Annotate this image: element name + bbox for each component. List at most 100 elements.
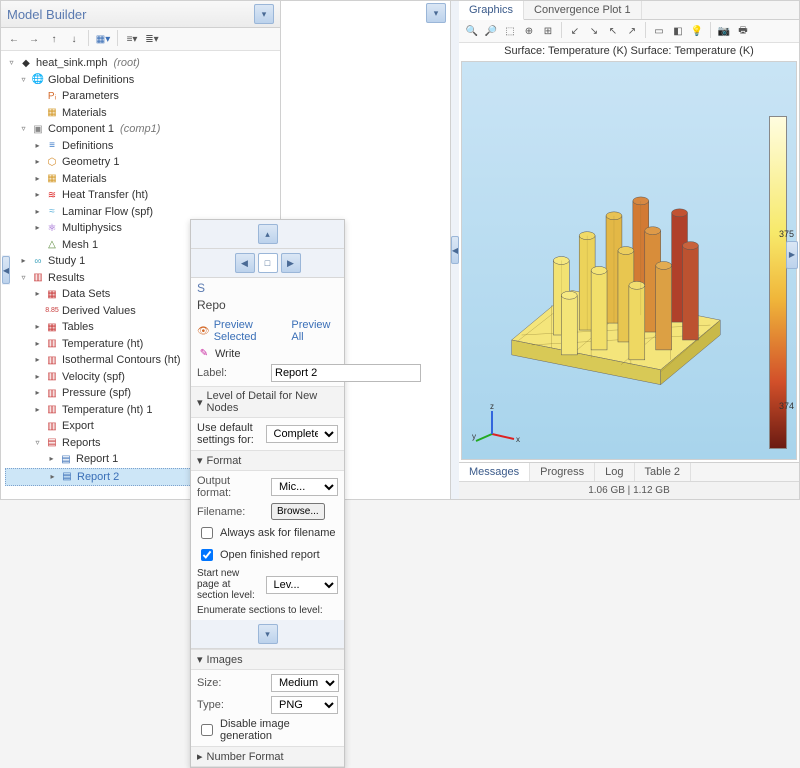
collapse-center-button[interactable]: ▾ xyxy=(426,3,446,23)
select-button[interactable]: ▭ xyxy=(650,22,668,40)
chevron-right-icon[interactable]: ▶ xyxy=(786,241,798,269)
disable-image-checkbox[interactable] xyxy=(201,724,213,736)
expander-icon[interactable]: ▸ xyxy=(33,405,42,414)
tree-laminar-flow[interactable]: ▸≈Laminar Flow (spf) xyxy=(5,204,278,221)
expander-icon[interactable]: ▸ xyxy=(33,191,42,200)
collapse-panel-button[interactable]: ▾ xyxy=(254,4,274,24)
browse-button[interactable]: Browse... xyxy=(271,503,325,520)
nav-fwd-button[interactable]: → xyxy=(25,30,43,48)
expander-icon[interactable]: ▸ xyxy=(33,158,42,167)
tab-graphics[interactable]: Graphics xyxy=(459,1,524,20)
use-default-label: Use default settings for: xyxy=(197,422,262,446)
expander-icon[interactable]: ▸ xyxy=(33,389,42,398)
dock-up-button[interactable]: ▴ xyxy=(258,224,278,244)
transparency-button[interactable]: ◧ xyxy=(669,22,687,40)
report-label-input[interactable] xyxy=(271,364,421,382)
nav-up-button[interactable]: ↑ xyxy=(45,30,63,48)
print-button[interactable]: 🖶 xyxy=(734,22,752,40)
3d-viewport[interactable]: x y z xyxy=(462,62,760,459)
tree-geometry[interactable]: ▸⬡Geometry 1 xyxy=(5,154,278,171)
tab-messages[interactable]: Messages xyxy=(459,463,530,482)
tree-heat-transfer[interactable]: ▸≋Heat Transfer (ht) xyxy=(5,187,278,204)
image-type-select[interactable]: PNG xyxy=(271,696,338,714)
view-yz-button[interactable]: ↘ xyxy=(585,22,603,40)
zoom-box-button[interactable]: ⬚ xyxy=(501,22,519,40)
expander-icon[interactable]: ▸ xyxy=(33,323,42,332)
expander-icon[interactable]: ▸ xyxy=(33,141,42,150)
tree-parameters[interactable]: PᵢParameters xyxy=(5,88,278,105)
results-icon: ▥ xyxy=(31,271,45,284)
colorbar-gradient xyxy=(769,116,787,449)
expander-icon[interactable]: ▸ xyxy=(33,174,42,183)
expander-icon[interactable]: ▸ xyxy=(33,339,42,348)
tab-convergence[interactable]: Convergence Plot 1 xyxy=(524,1,642,19)
separator xyxy=(88,30,89,46)
expander-icon[interactable]: ▸ xyxy=(33,356,42,365)
section-number-format[interactable]: ▸Number Format xyxy=(191,746,344,767)
tree-component[interactable]: ▿▣Component 1(comp1) xyxy=(5,121,278,138)
zoom-selected-button[interactable]: ⊞ xyxy=(539,22,557,40)
zoom-in-button[interactable]: 🔍 xyxy=(463,22,481,40)
enumerate-label: Enumerate sections to level: xyxy=(197,605,338,616)
expander-icon[interactable]: ▿ xyxy=(7,59,16,68)
expander-icon[interactable]: ▿ xyxy=(33,438,42,447)
output-format-select[interactable]: Mic... xyxy=(271,478,338,496)
tree-global-definitions[interactable]: ▿🌐Global Definitions xyxy=(5,72,278,89)
section-level-detail[interactable]: ▾Level of Detail for New Nodes xyxy=(191,386,344,418)
size-label: Size: xyxy=(197,677,267,689)
disable-image-label: Disable image generation xyxy=(220,718,338,742)
section-images[interactable]: ▾Images xyxy=(191,649,344,670)
materials-icon: ▦ xyxy=(45,106,59,119)
view-xy-button[interactable]: ↙ xyxy=(566,22,584,40)
expander-icon[interactable]: ▸ xyxy=(48,472,57,481)
expander-icon[interactable]: ▿ xyxy=(19,125,28,134)
snapshot-button[interactable]: 📷 xyxy=(715,22,733,40)
start-page-select[interactable]: Lev... xyxy=(266,576,339,594)
chevron-down-icon: ▾ xyxy=(197,454,203,467)
expander-icon[interactable]: ▸ xyxy=(33,207,42,216)
chevron-left-icon: ◀ xyxy=(2,256,10,284)
expander-icon[interactable]: ▸ xyxy=(33,290,42,299)
view-xz-button[interactable]: ↖ xyxy=(604,22,622,40)
show-more-button[interactable]: ▦▾ xyxy=(94,30,112,48)
image-size-select[interactable]: Medium xyxy=(271,674,339,692)
section-format[interactable]: ▾Format xyxy=(191,450,344,471)
tree-materials-2[interactable]: ▸▦Materials xyxy=(5,171,278,188)
panel-resize-handle[interactable]: ◀ xyxy=(451,1,459,499)
dock-right-button[interactable]: ▶ xyxy=(281,253,301,273)
preview-all-link[interactable]: Preview All xyxy=(291,319,338,343)
plot-icon: ▥ xyxy=(45,354,59,367)
zoom-extents-button[interactable]: ⊕ xyxy=(520,22,538,40)
level-detail-select[interactable]: Complete xyxy=(266,425,339,443)
dock-center-button[interactable]: □ xyxy=(258,253,278,273)
nav-back-button[interactable]: ← xyxy=(5,30,23,48)
open-finished-checkbox[interactable] xyxy=(201,549,213,561)
colorbar-min: 374 xyxy=(779,401,794,411)
chevron-left-icon: ◀ xyxy=(451,236,459,264)
tree-root[interactable]: ▿◆heat_sink.mph(root) xyxy=(5,55,278,72)
collapse-all-button[interactable]: ≣▾ xyxy=(143,30,161,48)
preview-selected-link[interactable]: Preview Selected xyxy=(214,319,288,343)
expander-icon[interactable]: ▸ xyxy=(47,455,56,464)
dock-down-button[interactable]: ▾ xyxy=(258,624,278,644)
tree-materials[interactable]: ▦Materials xyxy=(5,105,278,122)
expander-icon[interactable]: ▸ xyxy=(33,224,42,233)
expander-icon[interactable]: ▿ xyxy=(19,75,28,84)
dock-left-button[interactable]: ◀ xyxy=(235,253,255,273)
nav-down-button[interactable]: ↓ xyxy=(65,30,83,48)
left-dock-handle[interactable]: ◀ xyxy=(2,255,10,285)
tree-definitions[interactable]: ▸≡Definitions xyxy=(5,138,278,155)
expander-icon[interactable]: ▸ xyxy=(33,372,42,381)
tab-progress[interactable]: Progress xyxy=(530,463,595,481)
tab-log[interactable]: Log xyxy=(595,463,634,481)
lighting-button[interactable]: 💡 xyxy=(688,22,706,40)
tab-table2[interactable]: Table 2 xyxy=(635,463,691,481)
expander-icon[interactable]: ▸ xyxy=(19,257,28,266)
write-button[interactable]: Write xyxy=(215,348,240,360)
expand-button[interactable]: ≡▾ xyxy=(123,30,141,48)
zoom-out-button[interactable]: 🔎 xyxy=(482,22,500,40)
separator xyxy=(117,30,118,46)
view-default-button[interactable]: ↗ xyxy=(623,22,641,40)
expander-icon[interactable]: ▿ xyxy=(19,273,28,282)
always-ask-checkbox[interactable] xyxy=(201,527,213,539)
